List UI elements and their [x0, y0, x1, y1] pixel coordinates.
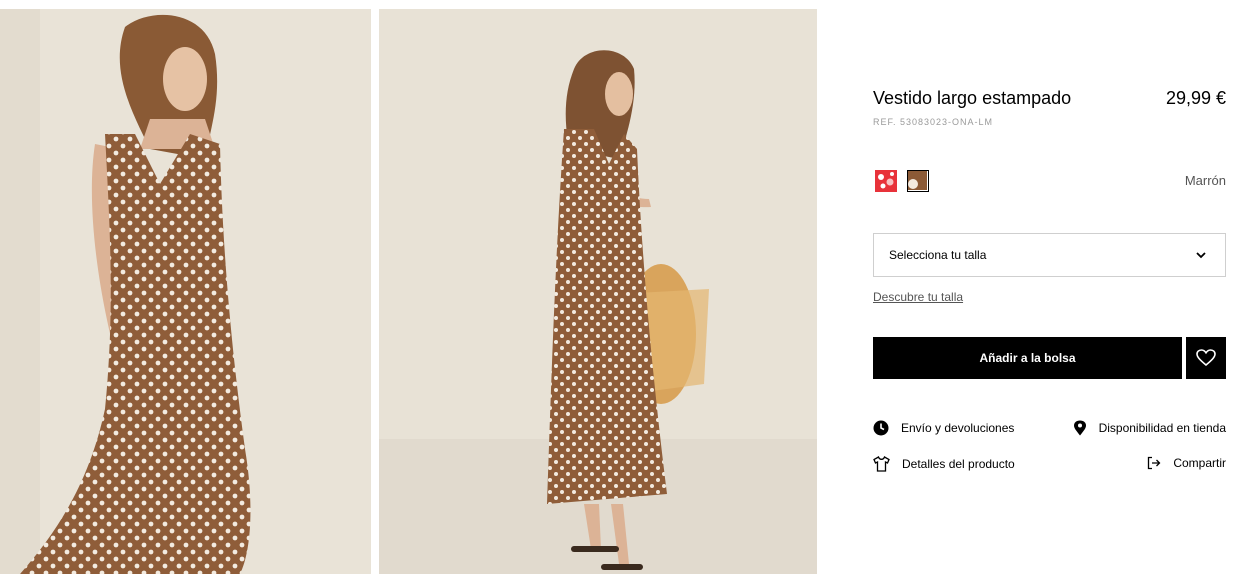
product-details-link[interactable]: Detalles del producto [873, 456, 1015, 472]
color-swatch-brown[interactable] [907, 170, 929, 192]
product-photo-illustration [0, 9, 371, 574]
shipping-returns-link[interactable]: Envío y devoluciones [873, 420, 1014, 436]
red-floral-swatch-icon [875, 170, 897, 192]
product-details-label: Detalles del producto [902, 457, 1015, 471]
share-label: Compartir [1173, 456, 1226, 470]
product-image-front[interactable] [0, 9, 371, 574]
chevron-down-icon [1195, 248, 1207, 266]
color-swatch-red[interactable] [875, 170, 897, 192]
store-availability-link[interactable]: Disponibilidad en tienda [1073, 420, 1226, 436]
share-link[interactable]: Compartir [1147, 456, 1226, 470]
size-select[interactable]: Selecciona tu talla [873, 233, 1226, 277]
product-info-panel: Vestido largo estampado 29,99 € REF. 530… [873, 0, 1226, 574]
location-pin-icon [1073, 420, 1086, 436]
size-guide-link[interactable]: Descubre tu talla [873, 290, 963, 304]
tshirt-icon [873, 456, 890, 472]
heart-icon [1196, 349, 1216, 367]
share-icon [1148, 456, 1161, 470]
selected-color-name: Marrón [1184, 173, 1226, 188]
add-to-bag-button[interactable]: Añadir a la bolsa [873, 337, 1182, 379]
size-select-placeholder: Selecciona tu talla [889, 248, 987, 262]
shipping-returns-label: Envío y devoluciones [901, 421, 1015, 435]
product-photo-illustration [379, 9, 817, 574]
clock-icon [873, 420, 889, 436]
wishlist-button[interactable] [1186, 337, 1226, 379]
product-title: Vestido largo estampado [873, 88, 1072, 108]
product-price: 29,99 € [1165, 88, 1226, 108]
store-availability-label: Disponibilidad en tienda [1098, 421, 1226, 435]
product-reference: REF. 53083023-ONA-LM [873, 117, 994, 127]
brown-polka-dot-swatch-icon [908, 171, 927, 190]
product-image-side[interactable] [379, 9, 817, 574]
